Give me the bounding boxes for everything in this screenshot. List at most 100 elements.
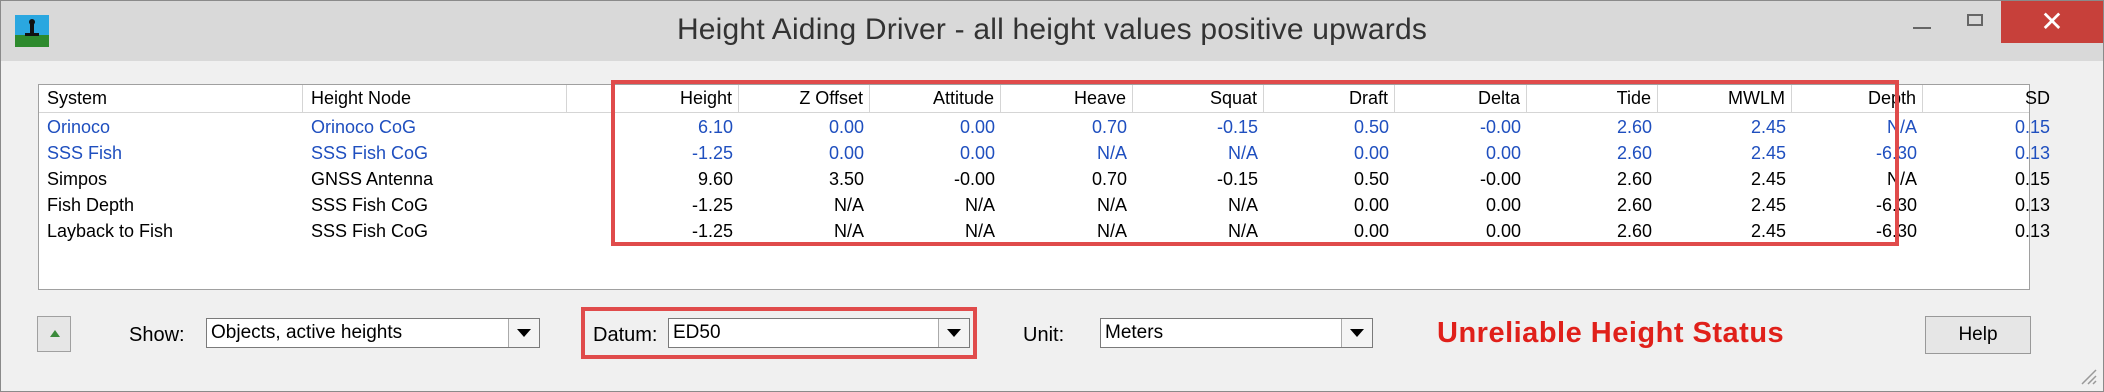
cell-tide: 2.60 bbox=[1616, 169, 1652, 189]
cell-delta: 0.00 bbox=[1485, 195, 1521, 215]
cell-attitude: 0.00 bbox=[959, 117, 995, 137]
col-header-delta[interactable]: Delta bbox=[1395, 85, 1527, 112]
unit-dropdown[interactable]: Meters bbox=[1100, 318, 1373, 348]
cell-system: Layback to Fish bbox=[47, 221, 174, 241]
cell-draft: 0.00 bbox=[1353, 195, 1389, 215]
cell-attitude: N/A bbox=[964, 221, 995, 241]
cell-delta: 0.00 bbox=[1485, 143, 1521, 163]
table-row[interactable]: SSS Fish SSS Fish CoG -1.25 0.00 0.00 N/… bbox=[39, 140, 2050, 166]
cell-z-offset: N/A bbox=[833, 195, 864, 215]
cell-mwlm: 2.45 bbox=[1750, 221, 1786, 241]
cell-sd: 0.13 bbox=[2014, 195, 2050, 215]
table-row[interactable]: Orinoco Orinoco CoG 6.10 0.00 0.00 0.70 … bbox=[39, 114, 2050, 140]
cell-z-offset: 0.00 bbox=[828, 117, 864, 137]
datum-value: ED50 bbox=[673, 322, 721, 343]
cell-mwlm: 2.45 bbox=[1750, 117, 1786, 137]
cell-height: -1.25 bbox=[691, 221, 733, 241]
cell-heave: 0.70 bbox=[1091, 169, 1127, 189]
col-header-heave[interactable]: Heave bbox=[1001, 85, 1133, 112]
close-icon: ✕ bbox=[2040, 6, 2064, 37]
cell-height-node: SSS Fish CoG bbox=[311, 195, 429, 215]
cell-height: -1.25 bbox=[691, 143, 733, 163]
cell-heave: 0.70 bbox=[1091, 117, 1127, 137]
resize-grip-icon[interactable] bbox=[2077, 365, 2097, 385]
chevron-down-icon[interactable] bbox=[508, 319, 539, 347]
cell-z-offset: N/A bbox=[833, 221, 864, 241]
cell-draft: 0.50 bbox=[1353, 169, 1389, 189]
cell-mwlm: 2.45 bbox=[1750, 195, 1786, 215]
show-dropdown[interactable]: Objects, active heights bbox=[206, 318, 540, 348]
cell-draft: 0.00 bbox=[1353, 221, 1389, 241]
cell-system: Fish Depth bbox=[47, 195, 135, 215]
cell-attitude: N/A bbox=[964, 195, 995, 215]
window-title: Height Aiding Driver - all height values… bbox=[676, 13, 1428, 46]
cell-delta: -0.00 bbox=[1479, 169, 1521, 189]
cell-depth: -6.30 bbox=[1875, 143, 1917, 163]
table-row[interactable]: Layback to Fish SSS Fish CoG -1.25 N/A N… bbox=[39, 218, 2050, 244]
cell-squat: -0.15 bbox=[1216, 169, 1258, 189]
unit-value: Meters bbox=[1105, 322, 1164, 343]
col-header-height-node[interactable]: Height Node bbox=[303, 85, 567, 112]
show-label: Show: bbox=[129, 324, 185, 346]
cell-sd: 0.13 bbox=[2014, 221, 2050, 241]
unit-label: Unit: bbox=[1023, 324, 1065, 346]
height-status-text: Unreliable Height Status bbox=[1437, 317, 1785, 349]
cell-system: Simpos bbox=[47, 169, 108, 189]
col-header-system[interactable]: System bbox=[39, 85, 303, 112]
cell-depth: -6.30 bbox=[1875, 221, 1917, 241]
col-header-attitude[interactable]: Attitude bbox=[870, 85, 1001, 112]
col-header-z-offset[interactable]: Z Offset bbox=[739, 85, 870, 112]
cell-squat: -0.15 bbox=[1216, 117, 1258, 137]
cell-draft: 0.50 bbox=[1353, 117, 1389, 137]
datum-dropdown[interactable]: ED50 bbox=[668, 318, 970, 348]
cell-height-node: SSS Fish CoG bbox=[311, 143, 429, 163]
table-row[interactable]: Simpos GNSS Antenna 9.60 3.50 -0.00 0.70… bbox=[39, 166, 2050, 192]
help-button[interactable]: Help bbox=[1925, 316, 2031, 354]
table-row[interactable]: Fish Depth SSS Fish CoG -1.25 N/A N/A N/… bbox=[39, 192, 2050, 218]
col-header-squat[interactable]: Squat bbox=[1133, 85, 1264, 112]
cell-height: -1.25 bbox=[691, 195, 733, 215]
cell-sd: 0.15 bbox=[2014, 169, 2050, 189]
col-header-spacer bbox=[567, 85, 613, 112]
cell-heave: N/A bbox=[1096, 221, 1127, 241]
cell-height-node: GNSS Antenna bbox=[311, 169, 434, 189]
cell-height: 6.10 bbox=[697, 117, 733, 137]
cell-delta: 0.00 bbox=[1485, 221, 1521, 241]
collapse-button[interactable] bbox=[37, 316, 71, 352]
cell-attitude: 0.00 bbox=[959, 143, 995, 163]
chevron-down-icon[interactable] bbox=[1341, 319, 1372, 347]
cell-squat: N/A bbox=[1227, 221, 1258, 241]
cell-tide: 2.60 bbox=[1616, 221, 1652, 241]
title-bar[interactable]: Height Aiding Driver - all height values… bbox=[1, 1, 2103, 61]
col-header-depth[interactable]: Depth bbox=[1792, 85, 1923, 112]
cell-height: 9.60 bbox=[697, 169, 733, 189]
cell-height-node: Orinoco CoG bbox=[311, 117, 417, 137]
cell-sd: 0.13 bbox=[2014, 143, 2050, 163]
cell-squat: N/A bbox=[1227, 143, 1258, 163]
col-header-draft[interactable]: Draft bbox=[1264, 85, 1395, 112]
col-header-height[interactable]: Height bbox=[613, 85, 739, 112]
cell-tide: 2.60 bbox=[1616, 117, 1652, 137]
cell-z-offset: 0.00 bbox=[828, 143, 864, 163]
cell-depth: N/A bbox=[1886, 117, 1917, 137]
cell-depth: N/A bbox=[1886, 169, 1917, 189]
maximize-button[interactable] bbox=[1941, 1, 2005, 43]
cell-system: SSS Fish bbox=[47, 143, 123, 163]
cell-draft: 0.00 bbox=[1353, 143, 1389, 163]
col-header-tide[interactable]: Tide bbox=[1527, 85, 1658, 112]
chevron-down-icon[interactable] bbox=[938, 319, 969, 347]
cell-tide: 2.60 bbox=[1616, 195, 1652, 215]
cell-mwlm: 2.45 bbox=[1750, 169, 1786, 189]
col-header-mwlm[interactable]: MWLM bbox=[1658, 85, 1792, 112]
cell-heave: N/A bbox=[1096, 195, 1127, 215]
cell-height-node: SSS Fish CoG bbox=[311, 221, 429, 241]
cell-attitude: -0.00 bbox=[953, 169, 995, 189]
cell-system: Orinoco bbox=[47, 117, 111, 137]
show-value: Objects, active heights bbox=[211, 322, 403, 343]
close-button[interactable]: ✕ bbox=[2001, 1, 2103, 43]
cell-delta: -0.00 bbox=[1479, 117, 1521, 137]
height-aiding-window: Height Aiding Driver - all height values… bbox=[0, 0, 2104, 392]
height-list[interactable]: System Height Node Height Z Offset Attit… bbox=[38, 84, 2050, 290]
datum-label: Datum: bbox=[593, 324, 658, 346]
col-header-sd[interactable]: SD bbox=[1923, 85, 2056, 112]
